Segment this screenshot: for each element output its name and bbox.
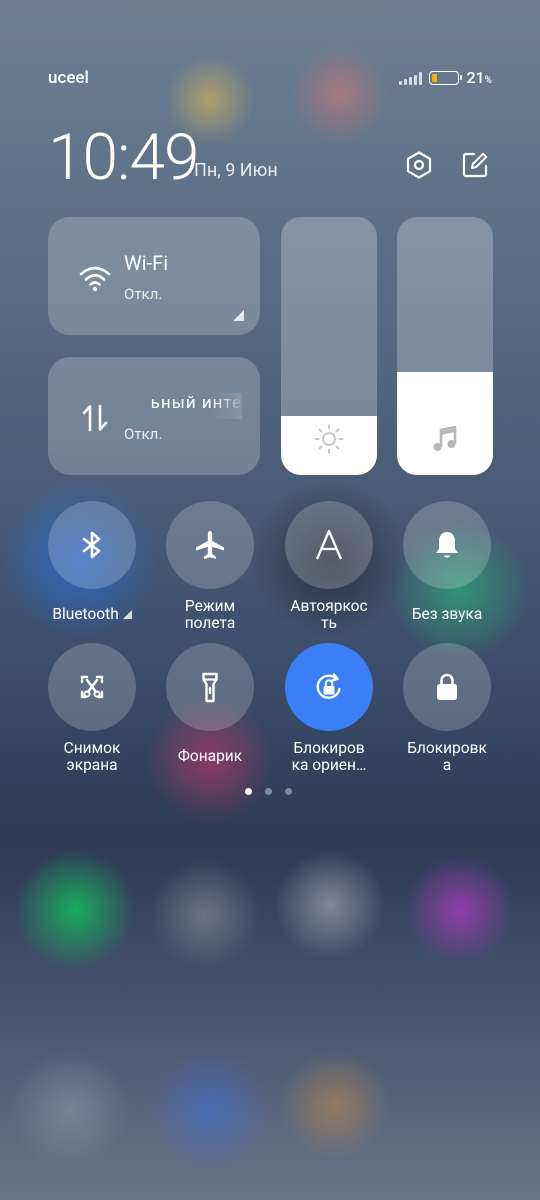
settings-hexagon-icon[interactable] (404, 150, 434, 180)
screenshot-toggle[interactable] (48, 643, 136, 731)
bluetooth-label-text: Bluetooth (52, 605, 119, 623)
battery-level (432, 73, 438, 82)
airplane-mode-label: Режим полета (184, 597, 236, 632)
rotation-lock-icon (316, 673, 341, 699)
rotation-lock-label: Блокиров ка ориен… (291, 739, 367, 774)
carrier-name: uceel (48, 68, 89, 88)
wifi-tile-state: Откл. (124, 285, 163, 303)
lock-icon (437, 673, 457, 700)
page-dot[interactable] (265, 788, 272, 795)
mobile-data-tile-name-text: ьный инте (150, 393, 242, 413)
battery-icon (429, 70, 463, 85)
signal-strength-icon (399, 71, 423, 85)
status-bar: uceel 21% (48, 68, 492, 92)
bell-icon (436, 532, 458, 558)
volume-slider[interactable] (397, 217, 493, 475)
silent-mode-toggle[interactable] (403, 501, 491, 589)
lock-screen-label: Блокировк а (407, 739, 487, 774)
bluetooth-toggle[interactable] (48, 501, 136, 589)
flashlight-toggle[interactable] (166, 643, 254, 731)
mobile-data-tile-name: ьный инте (124, 393, 242, 419)
airplane-icon (196, 531, 224, 559)
sun-icon (314, 424, 344, 454)
mobile-data-tile[interactable]: ьный инте Откл. (48, 357, 260, 475)
lock-screen-toggle[interactable] (403, 643, 491, 731)
edit-icon[interactable] (460, 150, 490, 180)
flashlight-label: Фонарик (177, 747, 243, 765)
battery-percent-unit: % (484, 75, 492, 86)
page-indicator (245, 788, 292, 795)
screenshot-icon (80, 675, 104, 699)
status-indicators: 21% (399, 68, 492, 87)
brightness-slider[interactable] (281, 217, 377, 475)
screenshot-label: Снимок экрана (63, 739, 121, 774)
wifi-tile-name: Wi-Fi (124, 251, 169, 275)
auto-brightness-label: Автояркос ть (290, 597, 368, 632)
clock-date: Пн, 9 Июн (194, 160, 278, 181)
auto-brightness-icon (315, 529, 343, 560)
silent-mode-label: Без звука (411, 605, 483, 623)
battery-percent: 21% (466, 68, 492, 87)
data-transfer-icon (82, 404, 108, 432)
bluetooth-label: Bluetooth (32, 606, 152, 623)
battery-percent-value: 21 (466, 68, 485, 87)
music-note-icon (433, 425, 457, 451)
airplane-mode-toggle[interactable] (166, 501, 254, 589)
auto-brightness-toggle[interactable] (285, 501, 373, 589)
wifi-icon (79, 266, 111, 292)
page-dot[interactable] (285, 788, 292, 795)
clock-time: 10:49 (48, 120, 199, 195)
mobile-data-tile-state: Откл. (124, 425, 163, 443)
expand-corner-icon[interactable] (233, 310, 244, 321)
flashlight-icon (202, 672, 218, 703)
wifi-tile[interactable]: Wi-Fi Откл. (48, 217, 260, 335)
expand-corner-icon[interactable] (122, 610, 132, 619)
page-dot[interactable] (245, 788, 252, 795)
rotation-lock-toggle[interactable] (285, 643, 373, 731)
bluetooth-icon (82, 531, 101, 559)
